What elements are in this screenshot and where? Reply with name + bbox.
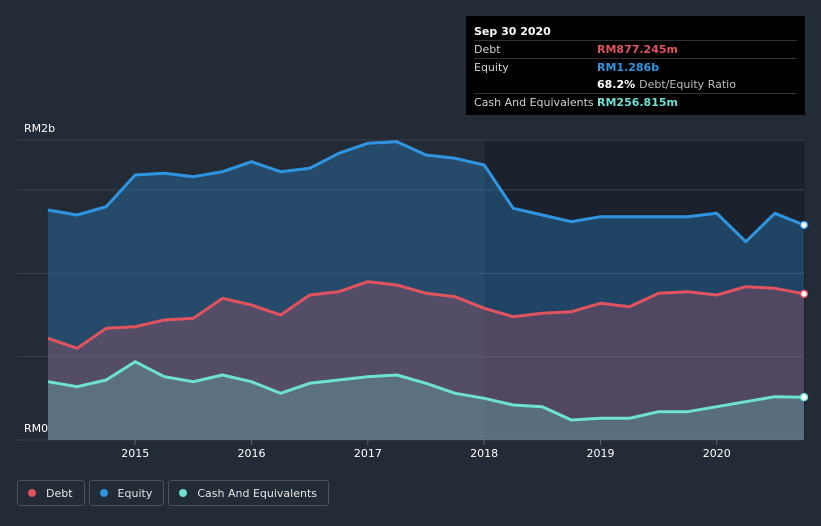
tooltip-row-debt: Debt RM877.245m (474, 40, 797, 58)
legend-dot-icon (99, 489, 108, 497)
x-tick-label: 2017 (354, 447, 382, 460)
tooltip-row-cash: Cash And Equivalents RM256.815m (474, 93, 797, 111)
legend-dot-icon (179, 489, 188, 497)
tooltip-value: RM1.286b (597, 61, 660, 74)
x-tick-label: 2019 (586, 447, 614, 460)
debt-end-marker (799, 289, 809, 299)
x-tick-label: 2016 (238, 447, 266, 460)
tooltip-label: Cash And Equivalents (474, 96, 594, 109)
legend: Debt Equity Cash And Equivalents (17, 480, 329, 506)
legend-dot-icon (28, 489, 36, 497)
tooltip-date: Sep 30 2020 (474, 25, 551, 38)
tooltip: Sep 30 2020 Debt RM877.245m Equity RM1.2… (466, 16, 805, 115)
tooltip-label (474, 76, 597, 93)
x-tick-label: 2020 (703, 447, 731, 460)
tooltip-label: Equity (474, 61, 509, 74)
tooltip-value: 68.2% (597, 78, 636, 91)
legend-item-cash[interactable]: Cash And Equivalents (168, 480, 329, 506)
tooltip-ratio-caption: Debt/Equity Ratio (639, 78, 736, 91)
cash-and-equivalents-end-marker (799, 392, 809, 402)
legend-item-debt[interactable]: Debt (17, 480, 85, 506)
legend-label: Equity (117, 486, 153, 500)
x-axis-ticks: 2015 2016 2017 2018 2019 2020 (121, 440, 731, 460)
x-tick-label: 2018 (470, 447, 498, 460)
tooltip-label: Debt (474, 43, 501, 56)
tooltip-row-equity: Equity RM1.286b (474, 58, 797, 76)
legend-item-equity[interactable]: Equity (88, 480, 165, 506)
y-axis-bottom-label: RM0 (24, 422, 49, 435)
equity-end-marker (799, 220, 809, 230)
tooltip-row-ratio: 68.2% Debt/Equity Ratio (474, 76, 797, 93)
x-tick-label: 2015 (121, 447, 149, 460)
tooltip-value: RM877.245m (597, 43, 678, 56)
legend-label: Cash And Equivalents (197, 486, 317, 500)
y-axis-top-label: RM2b (24, 122, 56, 135)
legend-label: Debt (46, 486, 73, 500)
tooltip-value: RM256.815m (597, 96, 678, 109)
